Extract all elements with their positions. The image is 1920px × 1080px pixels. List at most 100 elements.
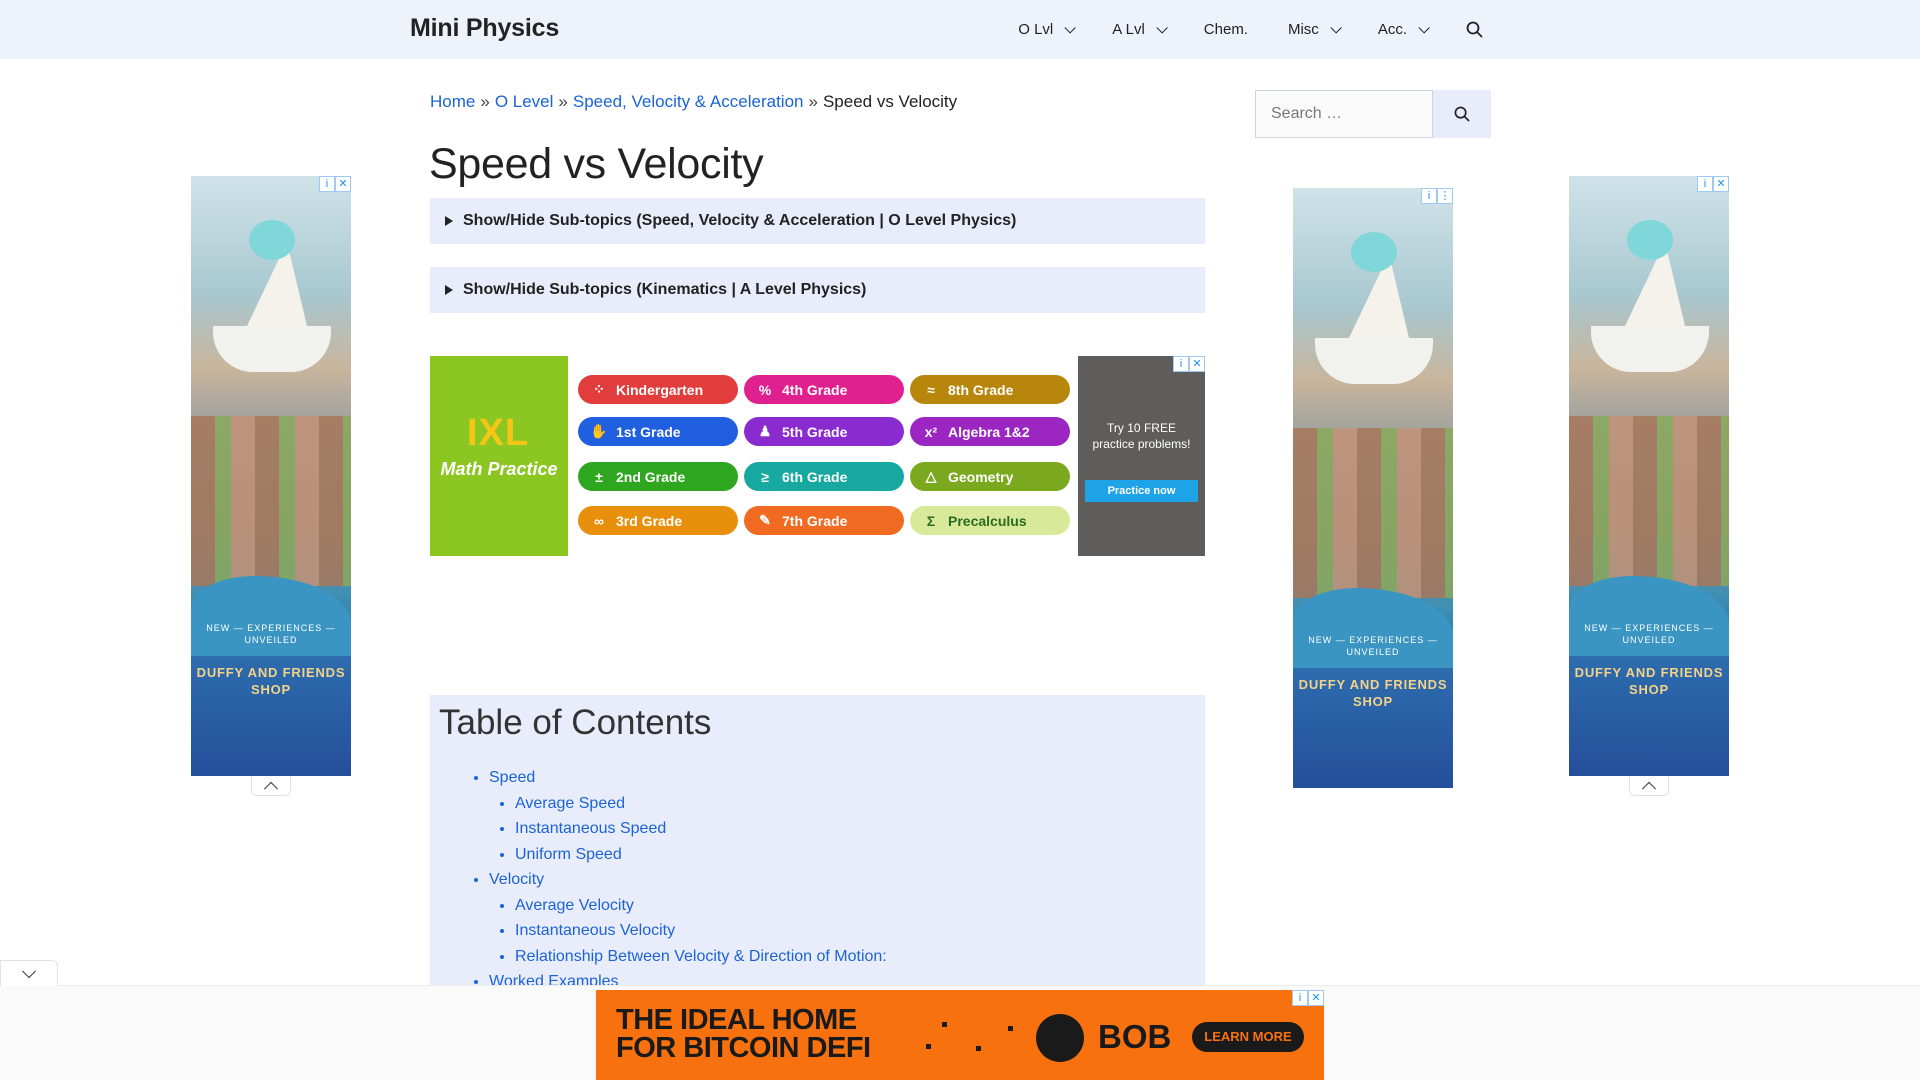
learn-more-button[interactable]: LEARN MORE: [1192, 1022, 1304, 1052]
collapse-ad-button[interactable]: [1629, 776, 1669, 796]
grade-pill[interactable]: ±2nd Grade: [578, 462, 738, 491]
info-icon[interactable]: i: [319, 176, 335, 192]
grade-pill-icon: ✋: [590, 423, 608, 439]
chevron-up-icon: [263, 781, 279, 796]
ad-cloud-graphic: [249, 220, 295, 260]
grade-pill-icon: Σ: [926, 512, 936, 529]
more-options-icon[interactable]: ⋮: [1437, 188, 1453, 204]
toc-link[interactable]: Instantaneous Velocity: [515, 922, 675, 939]
close-icon[interactable]: ✕: [1308, 990, 1324, 1006]
grade-pill[interactable]: ✎ 7th Grade: [744, 506, 904, 535]
grade-pill-icon: ≥: [761, 468, 769, 485]
grade-pill-label: 3rd Grade: [616, 512, 683, 529]
info-icon[interactable]: i: [1173, 356, 1189, 372]
toc-link[interactable]: Average Speed: [515, 795, 625, 812]
close-icon[interactable]: ✕: [335, 176, 351, 192]
search-icon: [1466, 21, 1483, 38]
grade-pill-icon: ✎: [759, 512, 771, 528]
close-icon[interactable]: ✕: [1713, 176, 1729, 192]
grade-pill-label: 7th Grade: [782, 512, 848, 529]
nav-item-a-lvl[interactable]: A Lvl: [1092, 0, 1184, 59]
search-submit-button[interactable]: [1433, 90, 1491, 138]
nav-item-chem[interactable]: Chem.: [1184, 0, 1268, 59]
toc-sublist: Average Speed Instantaneous Speed Unifor…: [515, 791, 887, 868]
ad-choices[interactable]: i ✕: [1697, 176, 1729, 192]
breadcrumb-topic[interactable]: Speed, Velocity & Acceleration: [573, 92, 804, 111]
ad-headline: THE IDEAL HOME FOR BITCOIN DEFI: [616, 1004, 871, 1063]
toc-link[interactable]: Uniform Speed: [515, 846, 622, 863]
grade-pill-label: 1st Grade: [616, 423, 681, 440]
subtopics-toggle-a-level[interactable]: Show/Hide Sub-topics (Kinematics | A Lev…: [430, 267, 1205, 313]
toc-subitem: Instantaneous Speed: [515, 816, 887, 842]
grade-pill-icon: △: [925, 468, 937, 484]
grade-pill[interactable]: △ Geometry: [910, 462, 1070, 491]
toc-subitem: Uniform Speed: [515, 842, 887, 868]
grade-pill[interactable]: % 4th Grade: [744, 375, 904, 404]
grade-pill[interactable]: Σ Precalculus: [910, 506, 1070, 535]
toc-item: Worked Examples: [489, 969, 887, 985]
ad-headline-line: THE IDEAL HOME: [616, 1004, 857, 1036]
practice-now-button[interactable]: Practice now: [1085, 480, 1198, 502]
subtopics-toggle-o-level[interactable]: Show/Hide Sub-topics (Speed, Velocity & …: [430, 198, 1205, 244]
collapse-sticky-ad-button[interactable]: [0, 960, 58, 986]
ad-choices[interactable]: i ⋮: [1421, 188, 1453, 204]
ad-choices[interactable]: i ✕: [1292, 990, 1324, 1006]
ixl-promo[interactable]: i ✕ Try 10 FREE practice problems! Pract…: [1078, 356, 1205, 556]
grade-pill[interactable]: ✋ 1st Grade: [578, 417, 738, 446]
bob-ad-banner[interactable]: THE IDEAL HOME FOR BITCOIN DEFI BOB LEAR…: [596, 990, 1324, 1080]
nav-item-acc[interactable]: Acc.: [1358, 0, 1446, 59]
search-input[interactable]: Search …: [1255, 90, 1433, 138]
nav-item-o-lvl[interactable]: O Lvl: [998, 0, 1092, 59]
breadcrumb-current: Speed vs Velocity: [822, 92, 958, 111]
grade-pill-label: 5th Grade: [782, 423, 848, 440]
grade-pill[interactable]: ⁘ Kindergarten: [578, 375, 738, 404]
toc-link-velocity[interactable]: Velocity: [489, 871, 544, 888]
ixl-tagline: Math Practice: [440, 459, 558, 479]
site-logo[interactable]: Mini Physics: [410, 14, 559, 43]
toc-link-worked-examples[interactable]: Worked Examples: [489, 973, 619, 985]
ixl-logo[interactable]: IXL Math Practice: [430, 356, 568, 556]
toc-link[interactable]: Average Velocity: [515, 897, 634, 914]
nav-item-misc[interactable]: Misc: [1268, 0, 1358, 59]
ad-tagline: NEW — EXPERIENCES — UNVEILED: [1584, 623, 1714, 645]
site-header: Mini Physics O Lvl A Lvl Chem. Misc Acc.: [0, 0, 1920, 59]
nav-label: Chem.: [1203, 21, 1248, 38]
ad-boat-graphic: [213, 326, 331, 372]
page-title: Speed vs Velocity: [429, 140, 764, 188]
side-ad-left[interactable]: NEW — EXPERIENCES — UNVEILED DUFFY AND F…: [191, 176, 351, 776]
side-ad-middle[interactable]: NEW — EXPERIENCES — UNVEILED DUFFY AND F…: [1293, 188, 1453, 788]
side-ad-right[interactable]: NEW — EXPERIENCES — UNVEILED DUFFY AND F…: [1569, 176, 1729, 776]
breadcrumb-home[interactable]: Home: [430, 92, 475, 111]
ad-boat-graphic: [1315, 338, 1433, 384]
header-search-button[interactable]: [1446, 0, 1491, 59]
grade-pill-icon: ±: [595, 468, 603, 485]
ad-tagline: NEW — EXPERIENCES — UNVEILED: [1308, 635, 1438, 657]
ad-choices[interactable]: i ✕: [319, 176, 351, 192]
grade-pill[interactable]: ♟ 5th Grade: [744, 417, 904, 446]
grade-pill-icon: ≈: [927, 381, 935, 398]
promo-text: Try 10 FREE practice problems!: [1092, 421, 1191, 451]
grade-pill[interactable]: ∞ 3rd Grade: [578, 506, 738, 535]
toc-link[interactable]: Relationship Between Velocity & Directio…: [515, 948, 887, 965]
grade-pill[interactable]: ≈8th Grade: [910, 375, 1070, 404]
grade-pill[interactable]: ≥6th Grade: [744, 462, 904, 491]
ad-plush-graphic: [1569, 416, 1729, 586]
grade-pill[interactable]: x² Algebra 1&2: [910, 417, 1070, 446]
breadcrumb-o-level[interactable]: O Level: [495, 92, 554, 111]
close-icon[interactable]: ✕: [1189, 356, 1205, 372]
grade-pill-icon: x²: [924, 423, 938, 440]
toc-subitem: Average Velocity: [515, 893, 887, 919]
toc-link-speed[interactable]: Speed: [489, 769, 535, 786]
toc-link[interactable]: Instantaneous Speed: [515, 820, 666, 837]
ixl-ad-banner[interactable]: IXL Math Practice ⁘ Kindergarten% 4th Grad…: [430, 356, 1205, 556]
ixl-logo-text: IXL: [466, 412, 530, 454]
ad-headline: DUFFY AND FRIENDS SHOP: [1574, 665, 1724, 697]
ad-choices[interactable]: i ✕: [1173, 356, 1205, 372]
toggle-label: Show/Hide Sub-topics (Kinematics | A Lev…: [463, 281, 867, 298]
info-icon[interactable]: i: [1292, 990, 1308, 1006]
info-icon[interactable]: i: [1421, 188, 1437, 204]
info-icon[interactable]: i: [1697, 176, 1713, 192]
collapse-ad-button[interactable]: [251, 776, 291, 796]
toc-subitem: Relationship Between Velocity & Directio…: [515, 944, 887, 970]
grade-pill-icon: ∞: [594, 512, 604, 529]
